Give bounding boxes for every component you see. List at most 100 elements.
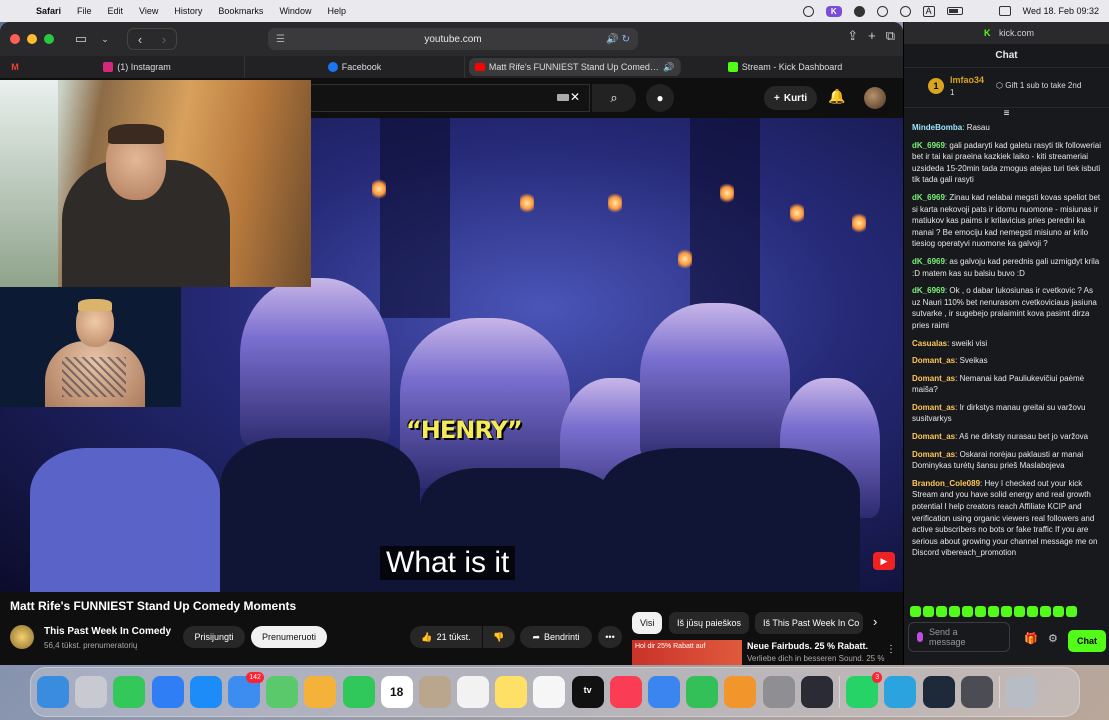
pinned-messages-icon[interactable]: ≡ bbox=[904, 108, 1109, 122]
ad-thumbnail[interactable]: Hol dir 25% Rabatt auf bbox=[632, 640, 742, 665]
menu-edit[interactable]: Edit bbox=[100, 6, 132, 16]
league-icon[interactable] bbox=[922, 676, 955, 708]
control-center-icon[interactable] bbox=[998, 6, 1011, 16]
bell-icon[interactable]: 🔔 bbox=[828, 88, 845, 105]
tab-youtube[interactable]: Matt Rife's FUNNIEST Stand Up Comed… 🔊 bbox=[469, 58, 681, 76]
ad-menu-icon[interactable]: ⋮ bbox=[886, 644, 896, 655]
chat-username[interactable]: Casualas bbox=[912, 339, 947, 348]
menu-bookmarks[interactable]: Bookmarks bbox=[210, 6, 271, 16]
calendar-icon[interactable]: 18 bbox=[380, 676, 413, 708]
chat-username[interactable]: MindeBomba bbox=[912, 123, 962, 132]
finder-icon[interactable] bbox=[37, 676, 69, 708]
channel-name[interactable]: This Past Week In Comedy bbox=[44, 626, 171, 637]
emote-icon[interactable] bbox=[1053, 606, 1064, 617]
forward-button[interactable]: › bbox=[152, 32, 176, 47]
gift-cta[interactable]: ⬡ Gift 1 sub to take 2nd bbox=[996, 81, 1081, 90]
menu-app-name[interactable]: Safari bbox=[28, 6, 69, 16]
chat-username[interactable]: dK_6969 bbox=[912, 141, 945, 150]
kick-status-icon[interactable]: K bbox=[825, 5, 842, 17]
chip-from-channel[interactable]: Iš This Past Week In Co bbox=[755, 612, 863, 634]
more-actions-button[interactable]: ••• bbox=[598, 626, 622, 648]
facetime-icon[interactable] bbox=[342, 676, 375, 708]
chevron-down-icon[interactable]: ⌄ bbox=[93, 34, 117, 45]
numbers-icon[interactable] bbox=[686, 676, 719, 708]
emote-icon[interactable] bbox=[988, 606, 999, 617]
subscribe-button[interactable]: Prenumeruoti bbox=[251, 626, 327, 648]
new-tab-icon[interactable]: + bbox=[868, 28, 876, 44]
sidebar-toggle-icon[interactable]: ▭ bbox=[69, 31, 93, 47]
emote-icon[interactable] bbox=[1040, 606, 1051, 617]
voice-search-button[interactable]: ● bbox=[646, 84, 674, 112]
battery-icon[interactable] bbox=[946, 7, 963, 15]
chat-username[interactable]: Domant_as bbox=[912, 374, 955, 383]
play-icon[interactable] bbox=[876, 5, 888, 17]
minimize-window-button[interactable] bbox=[27, 34, 37, 44]
tab-overview-icon[interactable]: ⧉ bbox=[886, 28, 895, 44]
gift-icon[interactable]: 🎁 bbox=[1024, 632, 1038, 645]
close-window-button[interactable] bbox=[10, 34, 20, 44]
keynote-icon[interactable] bbox=[648, 676, 680, 708]
whatsapp-icon[interactable]: 3 bbox=[846, 672, 883, 708]
menu-file[interactable]: File bbox=[69, 6, 100, 16]
freeform-icon[interactable] bbox=[533, 676, 566, 708]
preview-icon[interactable] bbox=[960, 676, 993, 708]
chat-username[interactable]: Domant_as bbox=[912, 450, 955, 459]
share-icon[interactable]: ⇪ bbox=[847, 28, 858, 44]
chat-username[interactable]: Domant_as bbox=[912, 356, 955, 365]
audio-reload-icons[interactable]: 🔊 ↻ bbox=[606, 34, 630, 45]
pages-icon[interactable] bbox=[724, 676, 757, 708]
emote-icon[interactable] bbox=[1001, 606, 1012, 617]
speaker-icon[interactable]: 🔊 bbox=[663, 62, 674, 73]
like-button[interactable]: 👍 21 tūkst. bbox=[410, 626, 482, 648]
system-settings-icon[interactable] bbox=[762, 676, 795, 708]
avatar[interactable] bbox=[864, 87, 886, 109]
tab-facebook[interactable]: Facebook bbox=[245, 56, 465, 78]
launchpad-icon[interactable] bbox=[75, 676, 108, 708]
obs-icon[interactable] bbox=[800, 676, 833, 708]
music-icon[interactable] bbox=[609, 676, 642, 708]
chevron-right-icon[interactable]: › bbox=[873, 614, 877, 629]
maps-icon[interactable] bbox=[266, 676, 299, 708]
photos-icon[interactable] bbox=[304, 676, 337, 708]
safari-icon[interactable] bbox=[151, 676, 184, 708]
tab-kick-dashboard[interactable]: Stream - Kick Dashboard bbox=[685, 56, 885, 78]
input-source-icon[interactable]: A bbox=[922, 5, 935, 17]
telegram-icon[interactable] bbox=[884, 676, 917, 708]
address-bar[interactable]: ☰ youtube.com 🔊 ↻ bbox=[268, 28, 638, 50]
youtube-logo-icon[interactable]: ▶ bbox=[873, 552, 895, 570]
chat-username[interactable]: Domant_as bbox=[912, 432, 955, 441]
clear-search-icon[interactable]: ✕ bbox=[570, 90, 580, 104]
screen-record-icon[interactable] bbox=[802, 5, 814, 17]
emote-icon[interactable] bbox=[949, 606, 960, 617]
chat-input[interactable]: Send a message bbox=[908, 622, 1010, 652]
menu-view[interactable]: View bbox=[131, 6, 166, 16]
trash-icon[interactable] bbox=[1006, 676, 1039, 708]
chip-from-search[interactable]: Iš jūsų paieškos bbox=[669, 612, 750, 634]
chat-username[interactable]: dK_6969 bbox=[912, 257, 945, 266]
reminders-icon[interactable] bbox=[457, 676, 490, 708]
gift-top-user[interactable]: lmfao34 bbox=[950, 75, 984, 85]
emote-icon[interactable] bbox=[1066, 606, 1077, 617]
emote-icon[interactable] bbox=[910, 606, 921, 617]
mail-icon[interactable]: 142 bbox=[227, 672, 264, 708]
create-button[interactable]: + Kurti bbox=[764, 86, 818, 110]
menu-window[interactable]: Window bbox=[271, 6, 319, 16]
chat-username[interactable]: dK_6969 bbox=[912, 286, 945, 295]
dislike-button[interactable]: 👎 bbox=[483, 626, 515, 648]
menubar-datetime[interactable]: Wed 18. Feb 09:32 bbox=[1023, 6, 1099, 16]
gmail-pinned-tab[interactable]: M bbox=[0, 62, 30, 72]
notes-icon[interactable] bbox=[495, 676, 528, 708]
menu-history[interactable]: History bbox=[166, 6, 210, 16]
chat-username[interactable]: Domant_as bbox=[912, 403, 955, 412]
emote-icon[interactable] bbox=[962, 606, 973, 617]
zoom-window-button[interactable] bbox=[44, 34, 54, 44]
ad-title[interactable]: Neue Fairbuds. 25 % Rabatt. bbox=[747, 641, 868, 651]
emote-icon[interactable] bbox=[975, 606, 986, 617]
join-button[interactable]: Prisijungti bbox=[183, 626, 245, 648]
menu-help[interactable]: Help bbox=[319, 6, 354, 16]
emote-icon[interactable] bbox=[1027, 606, 1038, 617]
gear-icon[interactable]: ⚙ bbox=[1048, 632, 1058, 645]
navigation-icon[interactable] bbox=[853, 5, 865, 17]
emote-icon[interactable] bbox=[1014, 606, 1025, 617]
kick-address-bar[interactable]: K kick.com bbox=[904, 22, 1109, 44]
